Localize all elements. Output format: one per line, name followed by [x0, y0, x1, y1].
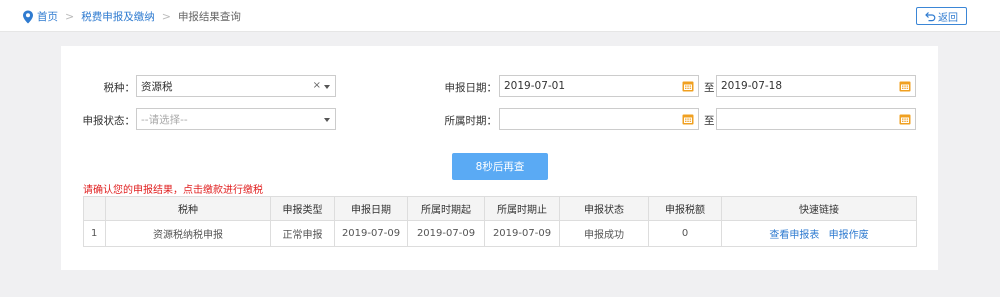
back-button-label: 返回: [938, 12, 958, 24]
declare-date-from-input[interactable]: 2019-07-01: [499, 75, 699, 97]
breadcrumb-tax-declare[interactable]: 税费申报及缴纳: [81, 9, 155, 24]
calendar-icon[interactable]: [682, 113, 694, 125]
calendar-icon[interactable]: [899, 80, 911, 92]
top-bar: 首页 > 税费申报及缴纳 > 申报结果查询 返回: [0, 0, 1000, 32]
tax-type-select[interactable]: 资源税 ×: [136, 75, 336, 97]
declare-date-label: 申报日期：: [444, 82, 498, 94]
col-header-status: 申报状态: [559, 196, 649, 221]
col-header-links: 快速链接: [721, 196, 917, 221]
status-label: 申报状态：: [82, 115, 136, 127]
breadcrumb-home[interactable]: 首页: [37, 9, 58, 24]
location-pin-icon: [23, 10, 33, 23]
col-header-period-from: 所属时期起: [407, 196, 485, 221]
calendar-icon[interactable]: [899, 113, 911, 125]
result-table: 税种 申报类型 申报日期 所属时期起 所属时期止 申报状态 申报税额 快速链接 …: [83, 196, 917, 247]
breadcrumb-separator: >: [65, 10, 75, 23]
return-arrow-icon: [925, 11, 936, 21]
range-to-label: 至: [704, 115, 715, 127]
range-to-label: 至: [704, 82, 715, 94]
row-tax: 资源税纳税申报: [105, 220, 271, 247]
view-declaration-link[interactable]: 查看申报表: [769, 230, 819, 241]
calendar-icon[interactable]: [682, 80, 694, 92]
requery-button[interactable]: 8秒后再查: [452, 153, 548, 180]
status-select[interactable]: --请选择--: [136, 108, 336, 130]
row-amount: 0: [648, 220, 722, 247]
col-header-date: 申报日期: [334, 196, 408, 221]
row-index: 1: [83, 220, 106, 247]
declare-date-to-value: 2019-07-18: [721, 80, 783, 92]
clear-icon[interactable]: ×: [313, 80, 321, 91]
period-label: 所属时期：: [444, 115, 498, 127]
col-header-type: 申报类型: [270, 196, 335, 221]
notice-text: 请确认您的申报结果，点击缴款进行缴税: [83, 185, 263, 196]
table-header-row: 税种 申报类型 申报日期 所属时期起 所属时期止 申报状态 申报税额 快速链接: [83, 196, 917, 221]
chevron-down-icon: [324, 85, 330, 89]
row-status: 申报成功: [559, 220, 649, 247]
row-period-from: 2019-07-09: [407, 220, 485, 247]
row-type: 正常申报: [270, 220, 335, 247]
col-header-tax: 税种: [105, 196, 271, 221]
table-row: 1 资源税纳税申报 正常申报 2019-07-09 2019-07-09 201…: [83, 220, 917, 247]
declare-date-to-input[interactable]: 2019-07-18: [716, 75, 916, 97]
breadcrumb: 首页 > 税费申报及缴纳 > 申报结果查询: [22, 9, 241, 24]
period-to-input[interactable]: [716, 108, 916, 130]
col-header-index: [83, 196, 106, 221]
breadcrumb-current: 申报结果查询: [177, 11, 241, 23]
void-declaration-link[interactable]: 申报作废: [829, 230, 869, 241]
query-panel: 税种： 资源税 × 申报日期： 2019-07-01 至 2019-07-18 …: [61, 46, 938, 270]
chevron-down-icon: [324, 118, 330, 122]
status-placeholder: --请选择--: [141, 113, 188, 126]
period-from-input[interactable]: [499, 108, 699, 130]
col-header-amount: 申报税额: [648, 196, 722, 221]
row-links: 查看申报表 申报作废: [721, 220, 917, 247]
back-button[interactable]: 返回: [916, 7, 967, 25]
declare-date-from-value: 2019-07-01: [504, 80, 566, 92]
row-period-to: 2019-07-09: [484, 220, 560, 247]
tax-type-label: 税种：: [103, 82, 136, 94]
tax-type-value: 资源税: [141, 80, 173, 93]
breadcrumb-separator: >: [161, 10, 171, 23]
col-header-period-to: 所属时期止: [484, 196, 560, 221]
row-date: 2019-07-09: [334, 220, 408, 247]
